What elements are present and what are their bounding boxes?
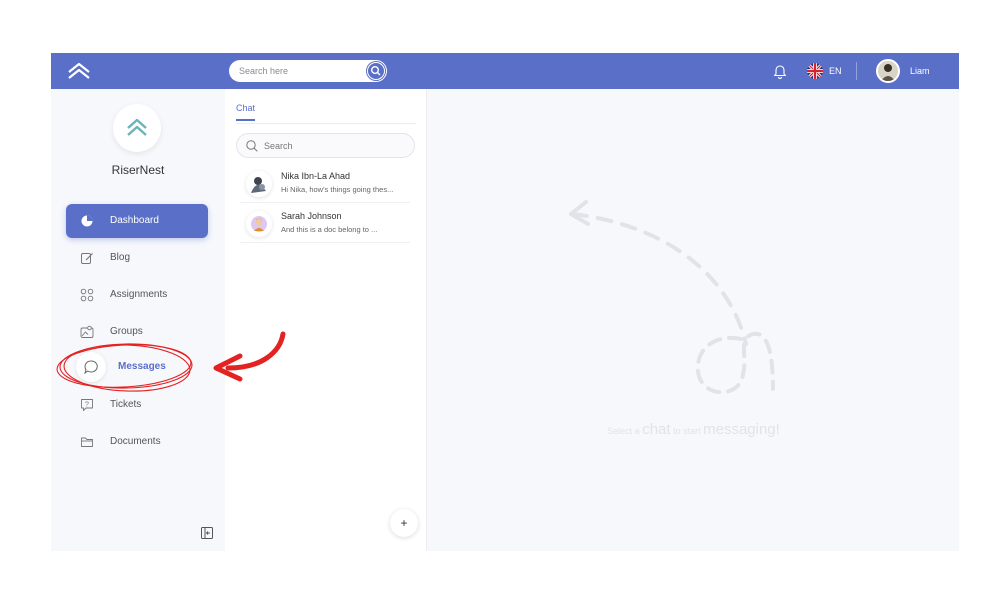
conversation-item[interactable]: Nika Ibn-La Ahad Hi Nika, how's things g… bbox=[240, 165, 410, 203]
brand-name: RiserNest bbox=[111, 163, 165, 177]
bell-icon[interactable] bbox=[771, 62, 789, 80]
risernest-logo-icon bbox=[127, 118, 147, 136]
contact-avatar-image bbox=[246, 171, 272, 197]
user-avatar[interactable] bbox=[876, 59, 900, 83]
search-icon bbox=[246, 140, 258, 152]
empty-state-text-1: Select a bbox=[607, 426, 640, 436]
chat-bubble-icon bbox=[84, 360, 98, 375]
messages-icon-wrapper bbox=[76, 352, 106, 382]
sidebar-item-documents[interactable]: Documents bbox=[66, 425, 208, 459]
chat-list-panel: Chat Nika Ibn-La Ahad Hi Nika, how's thi… bbox=[225, 89, 427, 551]
pie-chart-icon bbox=[81, 215, 93, 227]
search-button[interactable] bbox=[367, 62, 385, 80]
user-avatar-image bbox=[878, 61, 898, 81]
tab-chat[interactable]: Chat bbox=[236, 103, 256, 121]
global-search-input[interactable] bbox=[239, 64, 359, 78]
brand-logo[interactable] bbox=[113, 104, 161, 152]
language-label[interactable]: EN bbox=[829, 66, 842, 76]
chat-search bbox=[236, 133, 415, 158]
sidebar-item-assignments[interactable]: Assignments bbox=[66, 278, 208, 312]
conversation-item[interactable]: Sarah Johnson And this is a doc belong t… bbox=[240, 205, 410, 243]
image-group-icon bbox=[80, 325, 94, 338]
user-name[interactable]: Liam bbox=[910, 66, 930, 76]
edit-icon bbox=[81, 253, 93, 264]
top-bar: EN Liam bbox=[51, 53, 959, 89]
sidebar-item-label: Blog bbox=[110, 252, 131, 263]
sidebar-item-messages[interactable]: Messages bbox=[66, 352, 208, 386]
risernest-logo-icon[interactable] bbox=[66, 59, 92, 83]
search-icon bbox=[371, 66, 381, 76]
sidebar-item-label: Messages bbox=[118, 361, 166, 372]
sidebar-item-label: Dashboard bbox=[110, 215, 159, 226]
message-preview: And this is a doc belong to ... bbox=[281, 225, 378, 234]
empty-state-text-2: chat bbox=[642, 421, 671, 438]
contact-name: Nika Ibn-La Ahad bbox=[281, 171, 351, 181]
help-message-icon: ? bbox=[81, 399, 93, 411]
sidebar: RiserNest Dashboard Blog Assignments Gro… bbox=[51, 89, 225, 551]
svg-text:?: ? bbox=[85, 402, 89, 409]
empty-state-message: Select a chat to start messaging! bbox=[428, 421, 959, 438]
dashed-arrow-illustration bbox=[569, 200, 775, 395]
empty-state-text-3: to start bbox=[673, 426, 701, 436]
collapse-sidebar-icon[interactable] bbox=[201, 527, 213, 539]
tab-divider bbox=[236, 123, 416, 124]
contact-avatar bbox=[246, 211, 272, 237]
contact-avatar bbox=[246, 171, 272, 197]
folder-icon bbox=[81, 437, 93, 447]
chat-search-input[interactable] bbox=[264, 140, 404, 152]
empty-state-text-4: messaging! bbox=[703, 421, 780, 438]
uk-flag-icon[interactable] bbox=[807, 63, 823, 79]
conversation-area: Select a chat to start messaging! bbox=[428, 89, 959, 551]
contact-name: Sarah Johnson bbox=[281, 211, 342, 221]
sidebar-item-dashboard[interactable]: Dashboard bbox=[66, 204, 208, 238]
sidebar-item-blog[interactable]: Blog bbox=[66, 241, 208, 275]
message-preview: Hi Nika, how's things going thes... bbox=[281, 185, 394, 194]
global-search bbox=[229, 60, 387, 82]
sidebar-item-label: Groups bbox=[110, 326, 143, 337]
sidebar-item-label: Tickets bbox=[110, 399, 142, 410]
sidebar-item-tickets[interactable]: ? Tickets bbox=[66, 388, 208, 422]
app-window: EN Liam RiserNest Dashboard bbox=[51, 53, 959, 551]
topbar-divider bbox=[856, 62, 857, 80]
new-chat-button[interactable]: + bbox=[390, 509, 418, 537]
sidebar-item-groups[interactable]: Groups bbox=[66, 315, 208, 349]
contact-avatar-image bbox=[246, 211, 272, 237]
nodes-icon bbox=[80, 288, 94, 302]
sidebar-item-label: Assignments bbox=[110, 289, 168, 300]
sidebar-item-label: Documents bbox=[110, 436, 161, 447]
